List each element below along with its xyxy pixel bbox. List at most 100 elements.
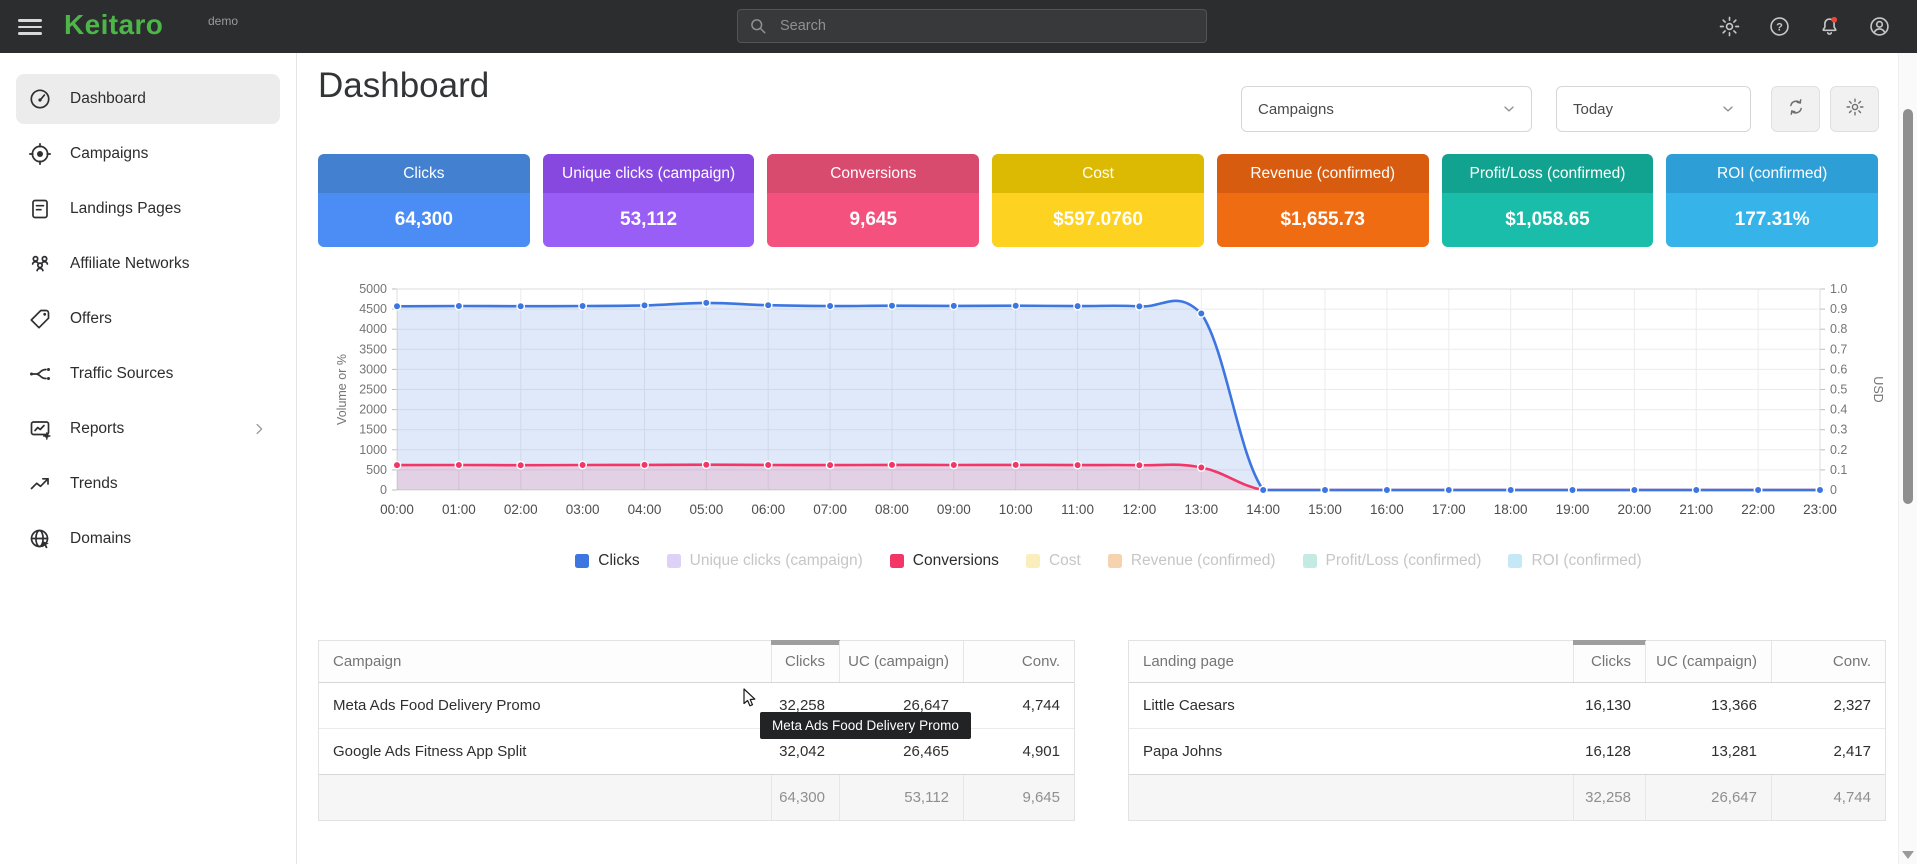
cell-text: 4,744 xyxy=(1022,697,1060,714)
column-header-label: UC (campaign) xyxy=(848,653,949,670)
sidebar-item-dashboard[interactable]: Dashboard xyxy=(16,74,280,124)
scrollbar-down-arrow[interactable] xyxy=(1902,851,1914,859)
svg-text:10:00: 10:00 xyxy=(999,502,1033,517)
page-title: Dashboard xyxy=(318,66,489,106)
svg-text:11:00: 11:00 xyxy=(1061,502,1094,517)
table-header-row: Landing page Clicks UC (campaign) Conv. xyxy=(1129,641,1885,683)
cell-text: Google Ads Fitness App Split xyxy=(333,743,526,760)
legend-swatch xyxy=(575,554,589,568)
row-value-cell: 16,130 xyxy=(1573,683,1645,728)
column-header-label: Campaign xyxy=(333,653,401,670)
date-range-select[interactable]: Today xyxy=(1556,86,1751,132)
totals-empty-cell xyxy=(1129,775,1573,820)
scrollbar-thumb[interactable] xyxy=(1903,109,1913,504)
svg-text:0.1: 0.1 xyxy=(1830,463,1847,477)
legend-swatch xyxy=(1508,554,1522,568)
column-header-landing-page[interactable]: Landing page xyxy=(1129,641,1573,682)
svg-text:1.0: 1.0 xyxy=(1830,282,1847,296)
search-input[interactable] xyxy=(778,17,1196,35)
grouping-select[interactable]: Campaigns xyxy=(1241,86,1532,132)
globe-icon xyxy=(28,527,52,551)
cell-text: Little Caesars xyxy=(1143,697,1235,714)
traffic-chart[interactable]: 005000.110000.215000.320000.425000.53000… xyxy=(330,228,1900,528)
legend-item-unique-clicks-campaign[interactable]: Unique clicks (campaign) xyxy=(667,552,863,570)
svg-text:Volume or %: Volume or % xyxy=(335,354,349,425)
column-header-clicks[interactable]: Clicks xyxy=(771,641,839,682)
search-bar[interactable] xyxy=(737,9,1207,43)
gear-icon[interactable] xyxy=(1718,15,1741,38)
column-header-label: UC (campaign) xyxy=(1656,653,1757,670)
table-row[interactable]: Papa Johns16,12813,2812,417 xyxy=(1129,728,1885,774)
keitaro-logo: Keitaro xyxy=(64,9,163,41)
sidebar-item-landings-pages[interactable]: Landings Pages xyxy=(16,184,280,234)
cell-text: 26,647 xyxy=(1711,789,1757,806)
sidebar-item-domains[interactable]: Domains xyxy=(16,514,280,564)
account-icon[interactable] xyxy=(1868,15,1891,38)
sidebar-item-affiliate-networks[interactable]: Affiliate Networks xyxy=(16,239,280,289)
sidebar-item-label: Reports xyxy=(70,420,124,438)
page-scrollbar[interactable] xyxy=(1898,53,1917,864)
sidebar-item-offers[interactable]: Offers xyxy=(16,294,280,344)
table-totals-row: 64,300 53,112 9,645 xyxy=(319,774,1074,820)
refresh-button[interactable] xyxy=(1771,86,1820,132)
column-header-conv[interactable]: Conv. xyxy=(1771,641,1885,682)
cell-text: 32,042 xyxy=(779,743,825,760)
sidebar-item-traffic-sources[interactable]: Traffic Sources xyxy=(16,349,280,399)
column-header-label: Conv. xyxy=(1022,653,1060,670)
column-header-uc-campaign[interactable]: UC (campaign) xyxy=(1645,641,1771,682)
sidebar-item-reports[interactable]: Reports xyxy=(16,404,280,454)
svg-text:08:00: 08:00 xyxy=(875,502,909,517)
svg-text:2000: 2000 xyxy=(359,403,387,417)
row-value-cell: 4,901 xyxy=(963,729,1074,774)
table-totals-row: 32,25826,6474,744 xyxy=(1129,774,1885,820)
menu-icon[interactable] xyxy=(18,15,42,37)
legend-item-roi-confirmed[interactable]: ROI (confirmed) xyxy=(1508,552,1641,570)
chart-legend: Clicks Unique clicks (campaign) Conversion… xyxy=(397,552,1820,570)
sidebar-item-campaigns[interactable]: Campaigns xyxy=(16,129,280,179)
metric-card-label: Clicks xyxy=(318,154,530,193)
row-name-cell: Google Ads Fitness App Split xyxy=(319,729,771,774)
sidebar-item-label: Landings Pages xyxy=(70,200,181,218)
sidebar-item-label: Dashboard xyxy=(70,90,146,108)
trend-icon xyxy=(28,472,52,496)
help-icon[interactable]: ? xyxy=(1768,15,1791,38)
legend-item-clicks[interactable]: Clicks xyxy=(575,552,639,570)
bell-icon[interactable] xyxy=(1818,15,1841,38)
column-header-label: Landing page xyxy=(1143,653,1234,670)
sort-indicator xyxy=(771,640,840,645)
cell-text: 9,645 xyxy=(1022,789,1060,806)
legend-swatch xyxy=(667,554,681,568)
legend-item-profit-loss-confirmed[interactable]: Profit/Loss (confirmed) xyxy=(1303,552,1482,570)
column-header-clicks[interactable]: Clicks xyxy=(1573,641,1645,682)
row-name-cell: Little Caesars xyxy=(1129,683,1573,728)
svg-text:5000: 5000 xyxy=(359,282,387,296)
cell-text: 16,128 xyxy=(1585,743,1631,760)
cell-text: 2,417 xyxy=(1833,743,1871,760)
totals-empty-cell xyxy=(319,775,771,820)
svg-text:05:00: 05:00 xyxy=(689,502,723,517)
sidebar-item-trends[interactable]: Trends xyxy=(16,459,280,509)
column-header-conv[interactable]: Conv. xyxy=(963,641,1074,682)
row-name-cell: Meta Ads Food Delivery Promo xyxy=(319,683,771,728)
legend-item-revenue-confirmed[interactable]: Revenue (confirmed) xyxy=(1108,552,1276,570)
cell-text: 53,112 xyxy=(904,789,949,806)
totals-value-cell: 26,647 xyxy=(1645,775,1771,820)
table-row[interactable]: Little Caesars16,13013,3662,327 xyxy=(1129,683,1885,728)
svg-text:18:00: 18:00 xyxy=(1494,502,1528,517)
metric-card-label: Unique clicks (campaign) xyxy=(543,154,755,193)
dashboard-settings-button[interactable] xyxy=(1830,86,1879,132)
column-header-uc-campaign[interactable]: UC (campaign) xyxy=(839,641,963,682)
search-icon xyxy=(748,16,768,36)
column-header-campaign[interactable]: Campaign xyxy=(319,641,771,682)
totals-value-cell: 64,300 xyxy=(771,775,839,820)
cell-text: 13,366 xyxy=(1711,697,1757,714)
logo-badge: demo xyxy=(208,14,238,28)
legend-item-conversions[interactable]: Conversions xyxy=(890,552,999,570)
legend-item-cost[interactable]: Cost xyxy=(1026,552,1081,570)
gauge-icon xyxy=(28,87,52,111)
chevron-right-icon xyxy=(250,420,268,438)
svg-text:14:00: 14:00 xyxy=(1246,502,1280,517)
cell-text: 64,300 xyxy=(779,789,825,806)
cell-text: 4,744 xyxy=(1833,789,1871,806)
svg-text:23:00: 23:00 xyxy=(1803,502,1837,517)
